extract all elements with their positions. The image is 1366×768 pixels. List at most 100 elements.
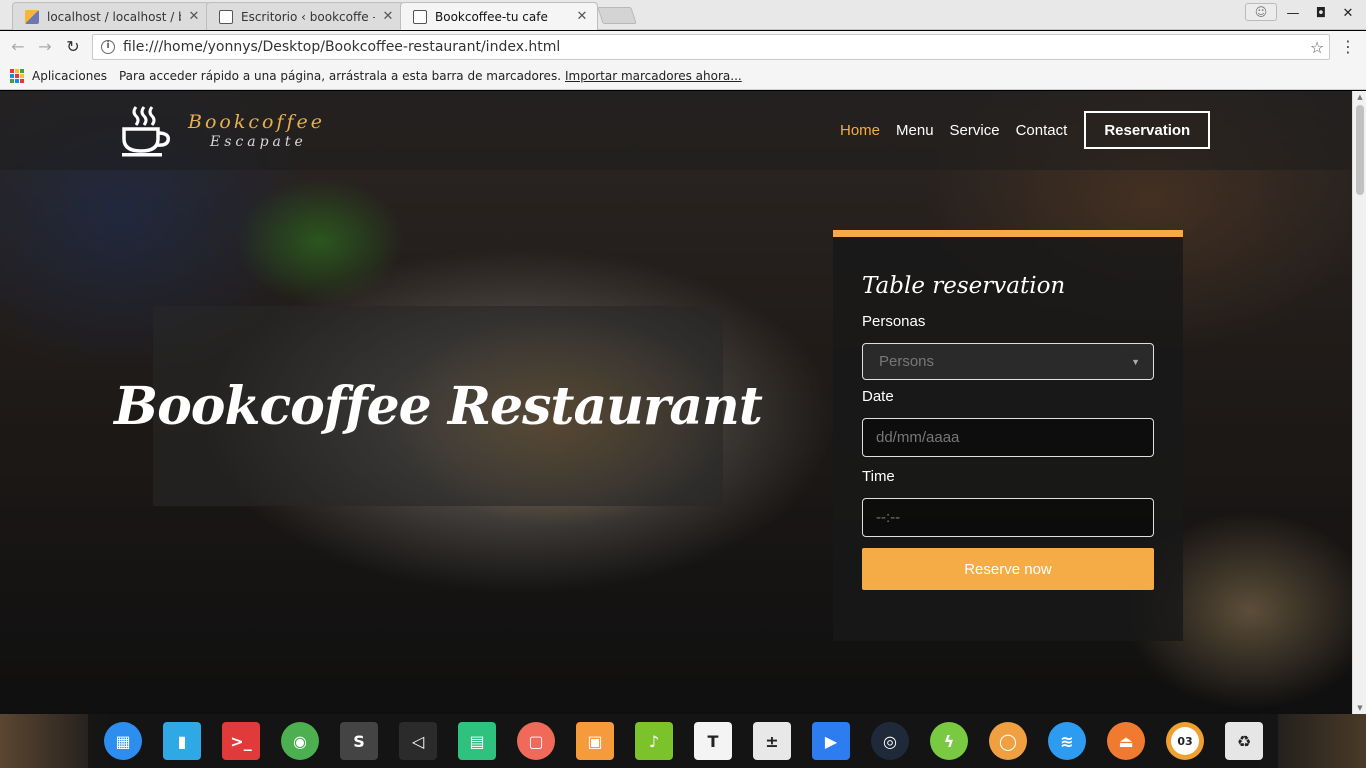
close-icon[interactable]: ✕: [575, 9, 589, 24]
window-close-icon[interactable]: ✕: [1338, 5, 1358, 23]
recorder-icon: ◎: [883, 731, 897, 751]
close-icon[interactable]: ✕: [187, 9, 201, 24]
logo-tagline: Escapate: [210, 133, 307, 150]
profile-icon[interactable]: ☺: [1245, 3, 1277, 21]
screenshot-icon: ▢: [528, 731, 544, 751]
eject-icon: ⏏: [1118, 731, 1134, 751]
date-placeholder: dd/mm/aaaa: [876, 429, 960, 446]
chevron-down-icon: ▼: [1131, 356, 1140, 367]
dock-app-power-manager[interactable]: ϟ: [930, 722, 968, 760]
time-input[interactable]: --:--: [862, 498, 1154, 537]
bookmark-star-icon[interactable]: ☆: [1305, 38, 1329, 57]
scroll-up-icon[interactable]: ▲: [1353, 91, 1366, 103]
document-icon: [219, 9, 233, 24]
dock-app-screen-recorder[interactable]: ◎: [871, 722, 909, 760]
tab-label: localhost / localhost / bi: [47, 9, 181, 24]
sublime-icon: S: [353, 731, 365, 751]
nav-contact[interactable]: Contact: [1016, 122, 1068, 139]
info-icon[interactable]: i: [101, 40, 115, 54]
browser-toolbar: ← → ↻ i file:///home/yonnys/Desktop/Book…: [0, 31, 1366, 63]
power-icon: ϟ: [943, 731, 955, 751]
phpmyadmin-icon: [25, 9, 39, 24]
dock-app-chrome[interactable]: ◉: [281, 722, 319, 760]
reservation-button[interactable]: Reservation: [1084, 111, 1211, 149]
time-label: Time: [862, 468, 895, 485]
dock-app-terminal[interactable]: >_: [222, 722, 260, 760]
dock-app-sublime-text[interactable]: S: [340, 722, 378, 760]
store-icon: ▣: [587, 731, 603, 751]
dock-app-browser[interactable]: ◯: [989, 722, 1027, 760]
site-logo[interactable]: Bookcoffee Escapate: [120, 103, 325, 159]
persons-label: Personas: [862, 313, 926, 330]
chrome-menu-icon[interactable]: ⋮: [1338, 37, 1358, 57]
hero-title: Bookcoffee Restaurant: [114, 375, 763, 437]
page-scrollbar[interactable]: ▲ ▼: [1352, 91, 1366, 714]
nav-service[interactable]: Service: [950, 122, 1000, 139]
logo-brand: Bookcoffee: [188, 111, 325, 134]
reserve-now-button[interactable]: Reserve now: [862, 548, 1154, 590]
dock-app-app-store[interactable]: ▣: [576, 722, 614, 760]
dock-app-eject[interactable]: ⏏: [1107, 722, 1145, 760]
dock-app-network[interactable]: ≋: [1048, 722, 1086, 760]
dock-app-screenshot[interactable]: ▢: [517, 722, 555, 760]
dock-app-video-player[interactable]: ▶: [812, 722, 850, 760]
url-text[interactable]: file:///home/yonnys/Desktop/Bookcoffee-r…: [123, 39, 1305, 55]
browser-tabstrip: localhost / localhost / bi ✕ Escritorio …: [0, 0, 1366, 30]
font-icon: T: [707, 731, 719, 751]
tab-label: Bookcoffee-tu cafe: [435, 9, 548, 24]
dock-bar: ▦ ▮ >_ ◉ S ◁ ▤ ▢ ▣ ♪ T ± ▶ ◎ ϟ ◯ ≋ ⏏ 03 ♻: [88, 714, 1278, 768]
maximize-icon[interactable]: ◘: [1311, 5, 1331, 23]
minimize-icon[interactable]: —: [1283, 5, 1303, 23]
terminal-icon: >_: [230, 731, 252, 751]
dock-app-trash[interactable]: ♻: [1225, 722, 1263, 760]
reservation-title: Table reservation: [862, 273, 1066, 299]
forward-icon[interactable]: →: [35, 37, 55, 57]
close-icon[interactable]: ✕: [381, 9, 395, 24]
monitor-icon: ▤: [469, 731, 485, 751]
clock-icon: 03: [1171, 727, 1199, 755]
persons-placeholder: Persons: [879, 353, 935, 370]
date-label: Date: [862, 388, 894, 405]
scroll-down-icon[interactable]: ▼: [1353, 702, 1366, 714]
site-nav: Home Menu Service Contact Reservation: [840, 111, 1211, 149]
date-input[interactable]: dd/mm/aaaa: [862, 418, 1154, 457]
dock-app-calculator[interactable]: ±: [753, 722, 791, 760]
bookmarks-hint: Para acceder rápido a una página, arrást…: [118, 69, 562, 83]
dock-app-fonts[interactable]: T: [694, 722, 732, 760]
grid-icon: ▦: [115, 731, 131, 751]
nav-home[interactable]: Home: [840, 122, 880, 139]
site-header: Bookcoffee Escapate Home Menu Service Co…: [0, 91, 1352, 170]
folder-icon: ▮: [177, 731, 187, 751]
apps-link[interactable]: Aplicaciones: [32, 69, 107, 83]
apps-grid-icon[interactable]: [10, 69, 24, 83]
dock-app-launcher[interactable]: ▦: [104, 722, 142, 760]
dock-app-music[interactable]: ♪: [635, 722, 673, 760]
document-icon: [413, 9, 427, 24]
dock-app-visual-studio-code[interactable]: ◁: [399, 722, 437, 760]
vscode-icon: ◁: [411, 731, 425, 751]
scrollbar-thumb[interactable]: [1356, 105, 1364, 195]
reservation-form: Table reservation Personas Persons ▼ Dat…: [833, 230, 1183, 641]
tab-bookcoffee[interactable]: Bookcoffee-tu cafe ✕: [400, 2, 598, 30]
address-bar[interactable]: i file:///home/yonnys/Desktop/Bookcoffee…: [92, 34, 1330, 60]
tab-escritorio[interactable]: Escritorio ‹ bookcoffe — ✕: [206, 2, 404, 30]
tab-phpmyadmin[interactable]: localhost / localhost / bi ✕: [12, 2, 210, 30]
import-bookmarks-link[interactable]: Importar marcadores ahora...: [565, 69, 742, 83]
hero-banner: Bookcoffee Restaurant: [114, 306, 763, 506]
back-icon[interactable]: ←: [8, 37, 28, 57]
desktop-dock: ▦ ▮ >_ ◉ S ◁ ▤ ▢ ▣ ♪ T ± ▶ ◎ ϟ ◯ ≋ ⏏ 03 ♻: [0, 714, 1366, 768]
reload-icon[interactable]: ↻: [63, 37, 83, 57]
calculator-icon: ±: [765, 731, 779, 751]
dock-app-file-manager[interactable]: ▮: [163, 722, 201, 760]
coffee-cup-icon: [122, 106, 171, 157]
trash-icon: ♻: [1236, 731, 1252, 751]
dock-app-system-monitor[interactable]: ▤: [458, 722, 496, 760]
persons-select[interactable]: Persons ▼: [862, 343, 1154, 380]
chrome-icon: ◉: [293, 731, 307, 751]
tab-label: Escritorio ‹ bookcoffe —: [241, 9, 375, 24]
nav-menu[interactable]: Menu: [896, 122, 934, 139]
bookmarks-bar: Aplicaciones Para acceder rápido a una p…: [0, 63, 1366, 90]
browser-icon: ◯: [999, 731, 1017, 751]
dock-app-clock[interactable]: 03: [1166, 722, 1204, 760]
new-tab-button[interactable]: [597, 7, 637, 24]
